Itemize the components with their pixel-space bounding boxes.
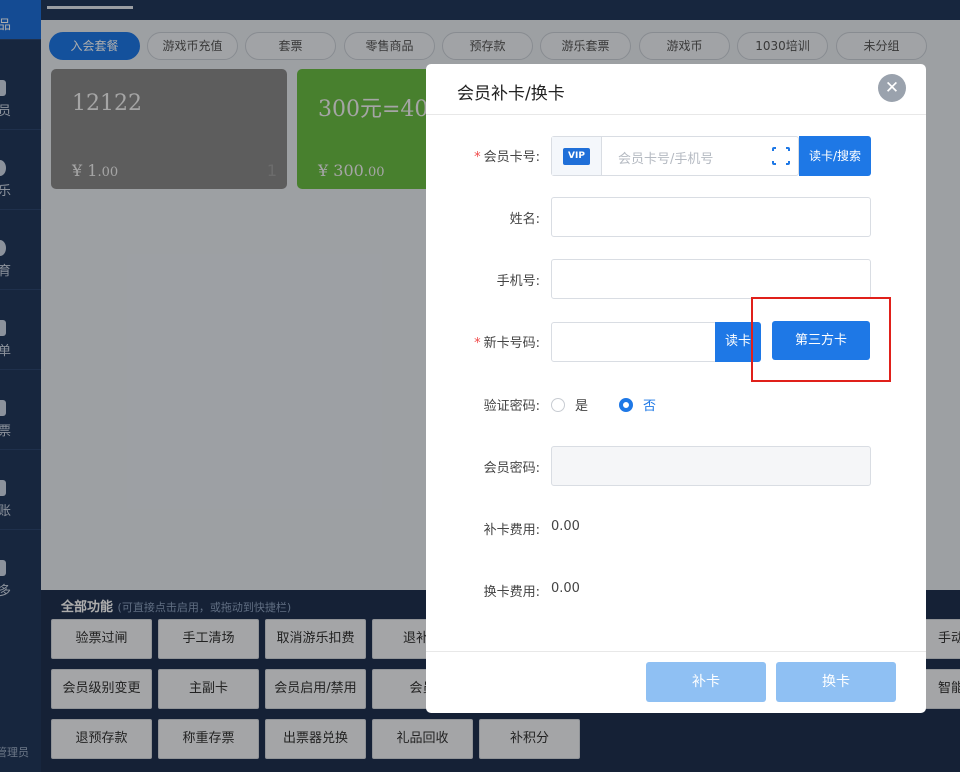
reissue-fee-value: 0.00 xyxy=(551,519,580,534)
divider xyxy=(426,651,926,652)
verify-no-radio[interactable] xyxy=(619,398,633,412)
name-input[interactable] xyxy=(551,197,871,237)
close-icon[interactable]: ✕ xyxy=(878,74,906,102)
verify-yes-radio[interactable] xyxy=(551,398,565,412)
new-card-input[interactable] xyxy=(551,322,717,362)
vip-icon: VIP xyxy=(563,148,590,165)
read-search-button[interactable]: 读卡/搜索 xyxy=(799,136,871,176)
highlight-box xyxy=(751,297,891,382)
phone-label: 手机号: xyxy=(496,274,540,289)
card-no-label: * 会员卡号: xyxy=(474,150,540,165)
verify-label: 验证密码: xyxy=(483,399,540,414)
reissue-button[interactable]: 补卡 xyxy=(646,662,766,702)
verify-no-label[interactable]: 否 xyxy=(643,395,656,414)
password-input xyxy=(551,446,871,486)
card-no-input[interactable]: VIP 会员卡号/手机号 xyxy=(551,136,799,176)
reissue-fee-label: 补卡费用: xyxy=(483,523,540,538)
card-no-placeholder: 会员卡号/手机号 xyxy=(618,152,714,167)
modal-title: 会员补卡/换卡 xyxy=(457,84,565,104)
vip-icon-box: VIP xyxy=(552,137,602,175)
replace-fee-label: 换卡费用: xyxy=(483,585,540,600)
replace-button[interactable]: 换卡 xyxy=(776,662,896,702)
name-label: 姓名: xyxy=(509,212,540,227)
replace-fee-value: 0.00 xyxy=(551,581,580,596)
phone-input[interactable] xyxy=(551,259,871,299)
new-card-label: * 新卡号码: xyxy=(474,336,540,351)
password-label: 会员密码: xyxy=(483,461,540,476)
divider xyxy=(426,114,926,115)
verify-yes-label[interactable]: 是 xyxy=(575,395,588,414)
card-reissue-modal: 会员补卡/换卡 ✕ * 会员卡号: VIP 会员卡号/手机号 读卡/搜索 姓名: … xyxy=(426,64,926,713)
